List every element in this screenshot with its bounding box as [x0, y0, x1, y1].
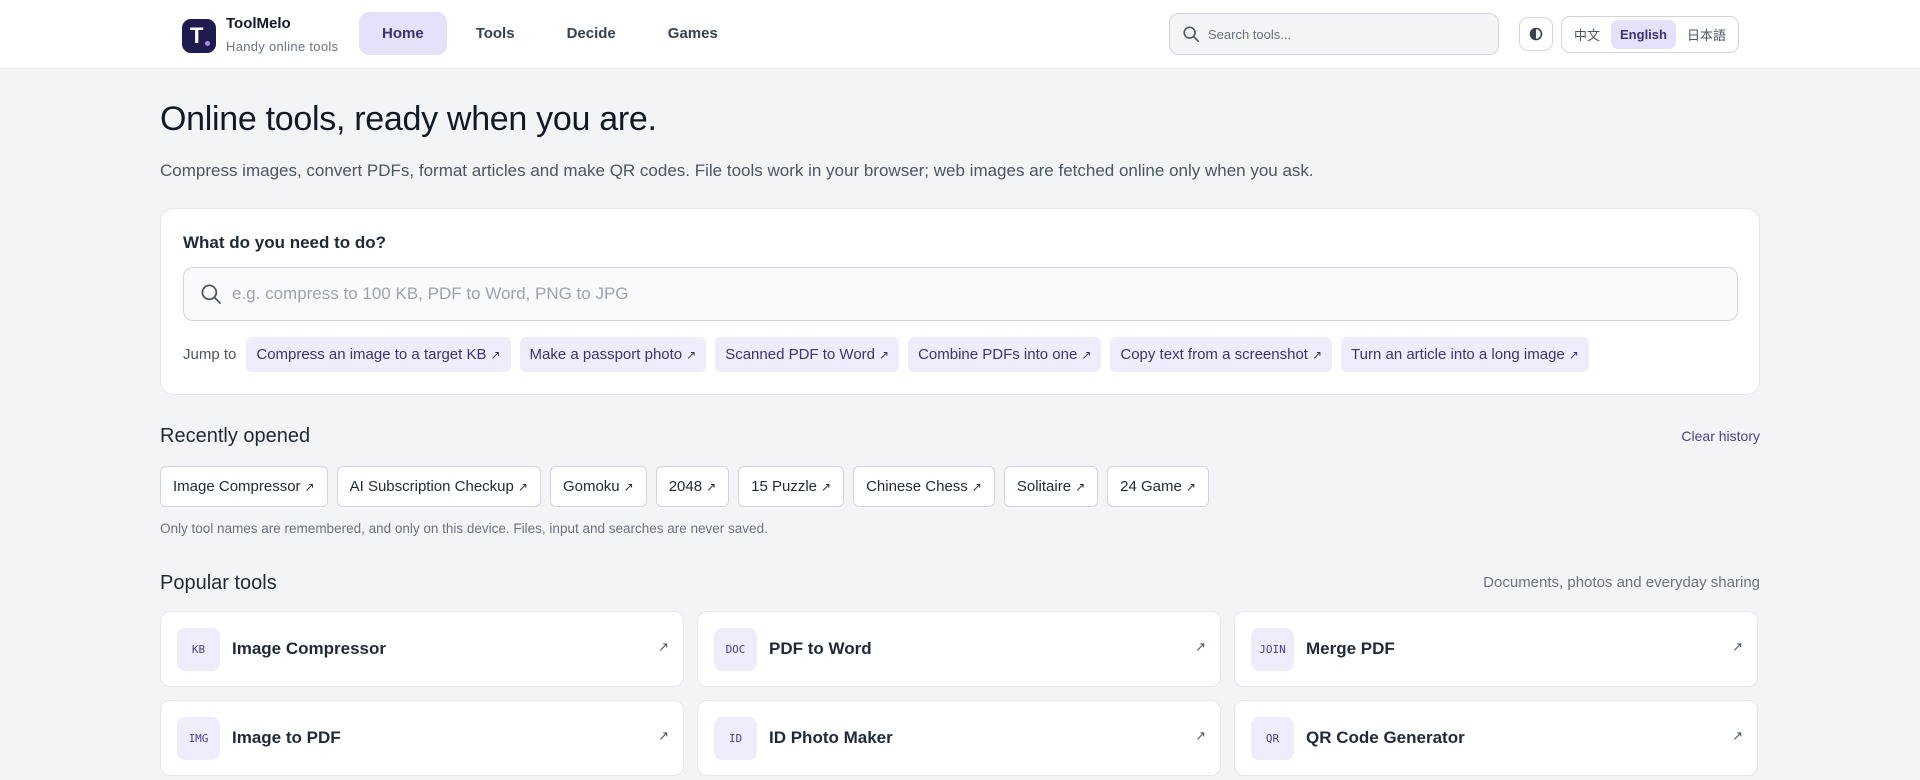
arrow-up-right-icon: ↗: [1081, 347, 1092, 362]
arrow-up-right-icon: ↗: [490, 347, 501, 362]
clear-history-link[interactable]: Clear history: [1681, 428, 1760, 444]
recent-title: Recently opened: [160, 425, 311, 447]
tool-badge: IMG: [177, 716, 220, 760]
header-search-input[interactable]: [1208, 26, 1488, 42]
arrow-up-right-icon: ↗: [658, 640, 669, 655]
recent-item[interactable]: 24 Game ↗: [1107, 466, 1209, 507]
tool-name: ID Photo Maker: [769, 728, 893, 747]
arrow-up-right-icon: ↗: [971, 479, 982, 494]
task-title: What do you need to do?: [183, 233, 387, 252]
recent-item[interactable]: Solitaire ↗: [1003, 466, 1099, 507]
tool-badge: KB: [177, 627, 220, 671]
recent-item[interactable]: Image Compressor ↗: [160, 466, 328, 507]
nav-home[interactable]: Home: [359, 12, 447, 55]
tool-card-merge-pdf[interactable]: JOIN Merge PDF ↗: [1234, 611, 1758, 687]
tool-card-image-to-pdf[interactable]: IMG Image to PDF ↗: [160, 700, 684, 776]
nav-tools[interactable]: Tools: [453, 12, 538, 55]
arrow-up-right-icon: ↗: [1195, 729, 1206, 744]
jump-to-row: Jump to Compress an image to a target KB…: [183, 337, 1589, 372]
privacy-note: Only tool names are remembered, and only…: [160, 521, 768, 536]
tool-name: PDF to Word: [769, 639, 872, 658]
tool-name: Merge PDF: [1306, 639, 1395, 658]
search-icon: [1183, 26, 1200, 43]
tool-card-image-compressor[interactable]: KB Image Compressor ↗: [160, 611, 684, 687]
tool-badge: DOC: [714, 627, 757, 671]
jump-label: Jump to: [183, 346, 237, 363]
arrow-up-right-icon: ↗: [304, 479, 315, 494]
tool-name: QR Code Generator: [1306, 728, 1465, 747]
recent-item[interactable]: Gomoku ↗: [549, 466, 647, 507]
recent-item[interactable]: Chinese Chess ↗: [853, 466, 995, 507]
language-switcher: 中文 English 日本語: [1561, 16, 1739, 53]
tool-badge: QR: [1251, 716, 1294, 760]
arrow-up-right-icon: ↗: [821, 479, 832, 494]
lang-japanese[interactable]: 日本語: [1678, 20, 1735, 49]
popular-title: Popular tools: [160, 572, 277, 594]
brand-name: ToolMelo: [226, 15, 291, 32]
page-title: Online tools, ready when you are.: [160, 100, 657, 138]
arrow-up-right-icon: ↗: [1732, 640, 1743, 655]
jump-chip-passport-photo[interactable]: Make a passport photo ↗: [519, 337, 707, 372]
main-nav: Home Tools Decide Games: [359, 12, 741, 55]
recent-item[interactable]: 2048 ↗: [655, 466, 730, 507]
page-description: Compress images, convert PDFs, format ar…: [160, 161, 1314, 180]
arrow-up-right-icon: ↗: [1195, 640, 1206, 655]
arrow-up-right-icon: ↗: [1568, 347, 1579, 362]
recent-list: Image Compressor ↗ AI Subscription Checku…: [160, 466, 1209, 507]
logo-icon: T: [182, 19, 216, 53]
jump-chip-scanned-pdf-to-word[interactable]: Scanned PDF to Word ↗: [715, 337, 900, 372]
nav-games[interactable]: Games: [645, 12, 741, 55]
arrow-up-right-icon: ↗: [706, 479, 717, 494]
nav-decide[interactable]: Decide: [544, 12, 639, 55]
arrow-up-right-icon: ↗: [658, 729, 669, 744]
jump-chip-article-long-image[interactable]: Turn an article into a long image ↗: [1341, 337, 1589, 372]
arrow-up-right-icon: ↗: [623, 479, 634, 494]
top-header: T ToolMelo Handy online tools Home Tools…: [0, 0, 1920, 69]
arrow-up-right-icon: ↗: [1311, 347, 1323, 362]
tool-badge: JOIN: [1251, 627, 1294, 671]
task-card: What do you need to do? Jump to Compress…: [160, 208, 1760, 395]
tool-card-id-photo-maker[interactable]: ID ID Photo Maker ↗: [697, 700, 1221, 776]
brand-tagline: Handy online tools: [226, 39, 339, 54]
arrow-up-right-icon: ↗: [517, 479, 528, 494]
recent-item[interactable]: 15 Puzzle ↗: [738, 466, 845, 507]
tool-card-qr-code-generator[interactable]: QR QR Code Generator ↗: [1234, 700, 1758, 776]
popular-subtitle: Documents, photos and everyday sharing: [1483, 574, 1760, 591]
jump-chip-combine-pdfs[interactable]: Combine PDFs into one ↗: [908, 337, 1102, 372]
lang-chinese[interactable]: 中文: [1565, 20, 1609, 49]
arrow-up-right-icon: ↗: [686, 347, 697, 362]
arrow-up-right-icon: ↗: [879, 347, 890, 362]
jump-chip-copy-text-screenshot[interactable]: Copy text from a screenshot ↗: [1110, 337, 1333, 372]
header-search: [1169, 13, 1499, 55]
arrow-up-right-icon: ↗: [1732, 729, 1743, 744]
arrow-up-right-icon: ↗: [1075, 479, 1086, 494]
search-icon: [201, 284, 221, 304]
lang-english[interactable]: English: [1611, 20, 1676, 49]
task-search-input[interactable]: [232, 284, 1632, 304]
contrast-icon: [1529, 27, 1543, 41]
theme-toggle-button[interactable]: [1519, 17, 1553, 51]
task-search: [183, 267, 1738, 321]
jump-chip-compress-target-kb[interactable]: Compress an image to a target KB ↗: [246, 337, 511, 372]
tool-badge: ID: [714, 716, 757, 760]
recent-item[interactable]: AI Subscription Checkup ↗: [336, 466, 541, 507]
tool-name: Image Compressor: [232, 639, 386, 658]
brand[interactable]: T ToolMelo Handy online tools: [182, 15, 339, 55]
tool-name: Image to PDF: [232, 728, 341, 747]
logo-letter: T: [190, 23, 204, 48]
tool-card-pdf-to-word[interactable]: DOC PDF to Word ↗: [697, 611, 1221, 687]
popular-tools-grid: KB Image Compressor ↗ DOC PDF to Word ↗ …: [160, 611, 1760, 776]
arrow-up-right-icon: ↗: [1185, 479, 1196, 494]
